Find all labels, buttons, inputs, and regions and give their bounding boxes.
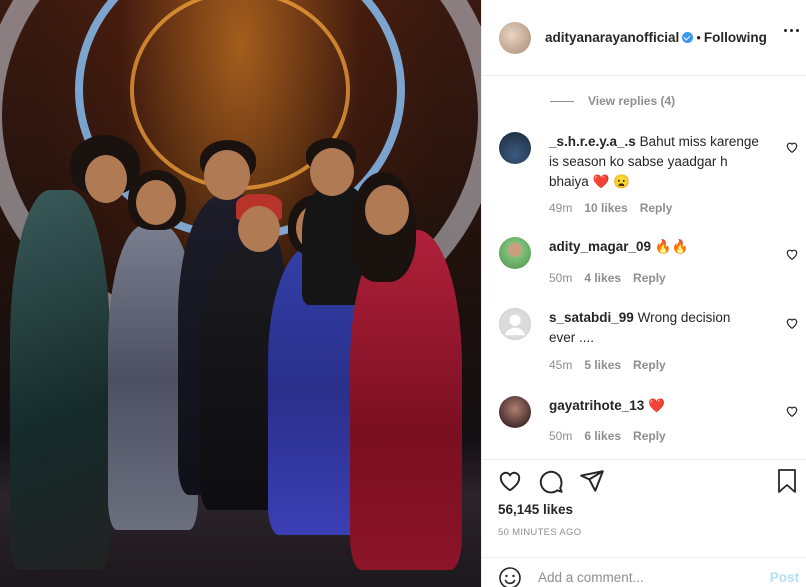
comment-time[interactable]: 50m: [549, 271, 572, 285]
header-separator: •: [696, 30, 701, 45]
heart-outline-icon[interactable]: [497, 468, 523, 494]
comment-text: 🔥🔥: [654, 239, 689, 254]
post-comment-button[interactable]: Post: [770, 570, 799, 585]
person-1: [10, 190, 110, 570]
comment-username[interactable]: _s.h.r.e.y.a_.s: [549, 134, 636, 149]
default-user-icon: [504, 314, 526, 336]
author-avatar[interactable]: [499, 21, 531, 54]
comment-likes[interactable]: 10 likes: [584, 201, 627, 215]
comment-username[interactable]: s_satabdi_99: [549, 310, 634, 325]
person-3-head: [204, 150, 250, 200]
post-side-panel: adityanarayanofficial • Following View r…: [481, 0, 806, 587]
person-4-head: [238, 206, 280, 252]
comment-username[interactable]: gayatrihote_13: [549, 398, 644, 413]
comment-reply-button[interactable]: Reply: [640, 201, 673, 215]
comment-like-heart-icon[interactable]: [785, 316, 799, 330]
comment-item: _s.h.r.e.y.a_.s Bahut miss karenge is se…: [499, 132, 799, 222]
comment-item: adity_magar_09 🔥🔥 50m 4 likes Reply: [499, 237, 799, 297]
comment-meta: 49m 10 likes Reply: [549, 201, 672, 215]
comment-username[interactable]: adity_magar_09: [549, 239, 651, 254]
comment-reply-button[interactable]: Reply: [633, 358, 666, 372]
person-6-head: [310, 148, 354, 196]
smiley-icon[interactable]: [498, 566, 522, 587]
person-7: [350, 230, 462, 570]
verified-badge-icon: [682, 32, 694, 43]
comment-avatar[interactable]: [499, 396, 531, 428]
comment-reply-button[interactable]: Reply: [633, 429, 666, 443]
action-icons: [497, 468, 605, 494]
comment-body: adity_magar_09 🔥🔥: [549, 237, 759, 257]
comment-like-heart-icon[interactable]: [785, 247, 799, 261]
comment-body: gayatrihote_13 ❤️: [549, 396, 759, 416]
view-replies-button[interactable]: View replies (4): [550, 94, 675, 108]
comment-likes[interactable]: 6 likes: [584, 429, 621, 443]
paper-plane-icon[interactable]: [579, 468, 605, 494]
comment-like-heart-icon[interactable]: [785, 404, 799, 418]
comments-list: View replies (4) _s.h.r.e.y.a_.s Bahut m…: [482, 76, 806, 459]
bookmark-icon[interactable]: [775, 468, 799, 494]
comment-body: _s.h.r.e.y.a_.s Bahut miss karenge is se…: [549, 132, 759, 192]
post-header: adityanarayanofficial • Following: [482, 0, 806, 76]
comment-avatar[interactable]: [499, 132, 531, 164]
comment-likes[interactable]: 4 likes: [584, 271, 621, 285]
likes-count[interactable]: 56,145 likes: [498, 502, 573, 517]
comment-meta: 50m 6 likes Reply: [549, 429, 666, 443]
replies-line: [550, 100, 574, 102]
comment-meta: 45m 5 likes Reply: [549, 358, 666, 372]
post-actions: 56,145 likes 50 MINUTES AGO: [482, 459, 806, 538]
person-2-head: [136, 180, 176, 225]
comment-body: s_satabdi_99 Wrong decision ever ....: [549, 308, 759, 348]
following-button[interactable]: Following: [704, 30, 767, 45]
comment-meta: 50m 4 likes Reply: [549, 271, 666, 285]
comment-time[interactable]: 49m: [549, 201, 572, 215]
comment-input[interactable]: Add a comment...: [538, 570, 644, 585]
comment-like-heart-icon[interactable]: [785, 140, 799, 154]
comment-avatar[interactable]: [499, 308, 531, 340]
post-timestamp[interactable]: 50 MINUTES AGO: [498, 527, 581, 538]
post-photo[interactable]: [0, 0, 481, 587]
comment-time[interactable]: 45m: [549, 358, 572, 372]
comment-likes[interactable]: 5 likes: [584, 358, 621, 372]
more-options-icon[interactable]: [784, 29, 799, 32]
comment-item: gayatrihote_13 ❤️ 50m 6 likes Reply: [499, 396, 799, 456]
comment-reply-button[interactable]: Reply: [633, 271, 666, 285]
person-1-head: [85, 155, 127, 203]
comment-avatar[interactable]: [499, 237, 531, 269]
person-7-head: [365, 185, 409, 235]
view-replies-label: View replies (4): [588, 94, 676, 108]
add-comment-bar: Add a comment... Post: [482, 557, 806, 587]
comment-time[interactable]: 50m: [549, 429, 572, 443]
comment-text: ❤️: [648, 398, 665, 413]
comment-item: s_satabdi_99 Wrong decision ever .... 45…: [499, 308, 799, 378]
comment-bubble-icon[interactable]: [538, 468, 564, 494]
author-username[interactable]: adityanarayanofficial: [545, 30, 679, 45]
